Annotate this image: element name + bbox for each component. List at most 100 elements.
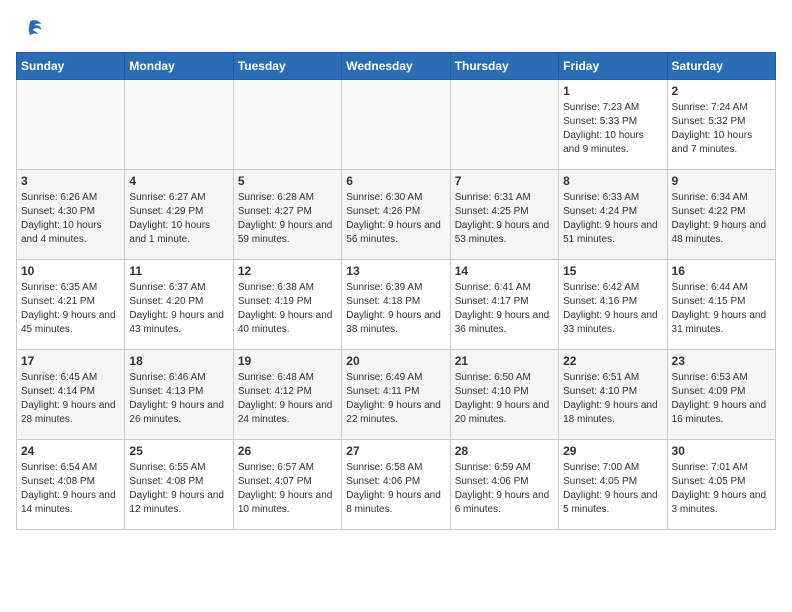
calendar-cell: 25 Sunrise: 6:55 AM Sunset: 4:08 PM Dayli…: [125, 440, 233, 530]
day-number: 9: [672, 174, 771, 188]
day-info: Sunrise: 6:39 AM Sunset: 4:18 PM Dayligh…: [346, 281, 445, 337]
calendar-cell: 8 Sunrise: 6:33 AM Sunset: 4:24 PM Daylig…: [559, 170, 667, 260]
day-info: Sunrise: 7:00 AM Sunset: 4:05 PM Dayligh…: [563, 461, 662, 517]
calendar-week-row: 1Sunrise: 7:23 AM Sunset: 5:33 PM Daylig…: [17, 80, 776, 170]
calendar-cell: 9 Sunrise: 6:34 AM Sunset: 4:22 PM Daylig…: [667, 170, 775, 260]
day-info: Sunrise: 6:53 AM Sunset: 4:09 PM Dayligh…: [672, 371, 771, 427]
calendar-cell: [233, 80, 341, 170]
day-number: 26: [238, 444, 337, 458]
day-number: 24: [21, 444, 120, 458]
day-info: Sunrise: 6:34 AM Sunset: 4:22 PM Dayligh…: [672, 191, 771, 247]
calendar-cell: 19 Sunrise: 6:48 AM Sunset: 4:12 PM Dayli…: [233, 350, 341, 440]
calendar-cell: 15 Sunrise: 6:42 AM Sunset: 4:16 PM Dayli…: [559, 260, 667, 350]
day-number: 3: [21, 174, 120, 188]
day-info: Sunrise: 6:54 AM Sunset: 4:08 PM Dayligh…: [21, 461, 120, 517]
calendar-cell: 11 Sunrise: 6:37 AM Sunset: 4:20 PM Dayli…: [125, 260, 233, 350]
day-info: Sunrise: 6:58 AM Sunset: 4:06 PM Dayligh…: [346, 461, 445, 517]
calendar-cell: 30 Sunrise: 7:01 AM Sunset: 4:05 PM Dayli…: [667, 440, 775, 530]
day-number: 4: [129, 174, 228, 188]
day-number: 2: [672, 84, 771, 98]
day-number: 25: [129, 444, 228, 458]
calendar-cell: [342, 80, 450, 170]
calendar-cell: 16 Sunrise: 6:44 AM Sunset: 4:15 PM Dayli…: [667, 260, 775, 350]
calendar-cell: 2 Sunrise: 7:24 AM Sunset: 5:32 PM Daylig…: [667, 80, 775, 170]
weekday-header-tuesday: Tuesday: [233, 53, 341, 80]
weekday-header-friday: Friday: [559, 53, 667, 80]
day-info: Sunrise: 6:59 AM Sunset: 4:06 PM Dayligh…: [455, 461, 554, 517]
calendar-cell: 21 Sunrise: 6:50 AM Sunset: 4:10 PM Dayli…: [450, 350, 558, 440]
day-number: 30: [672, 444, 771, 458]
day-info: Sunrise: 7:23 AM Sunset: 5:33 PM Dayligh…: [563, 101, 662, 157]
day-info: Sunrise: 6:33 AM Sunset: 4:24 PM Dayligh…: [563, 191, 662, 247]
day-info: Sunrise: 6:41 AM Sunset: 4:17 PM Dayligh…: [455, 281, 554, 337]
day-info: Sunrise: 6:42 AM Sunset: 4:16 PM Dayligh…: [563, 281, 662, 337]
day-info: Sunrise: 6:51 AM Sunset: 4:10 PM Dayligh…: [563, 371, 662, 427]
page-header: [16, 16, 776, 44]
day-number: 12: [238, 264, 337, 278]
calendar-cell: 20 Sunrise: 6:49 AM Sunset: 4:11 PM Dayli…: [342, 350, 450, 440]
calendar-cell: 27 Sunrise: 6:58 AM Sunset: 4:06 PM Dayli…: [342, 440, 450, 530]
weekday-header-monday: Monday: [125, 53, 233, 80]
day-number: 7: [455, 174, 554, 188]
calendar-cell: 26 Sunrise: 6:57 AM Sunset: 4:07 PM Dayli…: [233, 440, 341, 530]
day-number: 14: [455, 264, 554, 278]
day-number: 10: [21, 264, 120, 278]
day-number: 16: [672, 264, 771, 278]
calendar-cell: 3Sunrise: 6:26 AM Sunset: 4:30 PM Daylig…: [17, 170, 125, 260]
calendar-cell: 10 Sunrise: 6:35 AM Sunset: 4:21 PM Dayli…: [17, 260, 125, 350]
calendar-cell: 4 Sunrise: 6:27 AM Sunset: 4:29 PM Daylig…: [125, 170, 233, 260]
day-number: 8: [563, 174, 662, 188]
logo-bird-icon: [16, 16, 44, 44]
calendar-week-row: 3Sunrise: 6:26 AM Sunset: 4:30 PM Daylig…: [17, 170, 776, 260]
day-number: 19: [238, 354, 337, 368]
day-number: 23: [672, 354, 771, 368]
calendar-cell: 1Sunrise: 7:23 AM Sunset: 5:33 PM Daylig…: [559, 80, 667, 170]
day-number: 11: [129, 264, 228, 278]
day-info: Sunrise: 6:55 AM Sunset: 4:08 PM Dayligh…: [129, 461, 228, 517]
logo: [16, 16, 48, 44]
day-number: 27: [346, 444, 445, 458]
calendar-cell: 23 Sunrise: 6:53 AM Sunset: 4:09 PM Dayli…: [667, 350, 775, 440]
day-info: Sunrise: 6:38 AM Sunset: 4:19 PM Dayligh…: [238, 281, 337, 337]
day-info: Sunrise: 6:48 AM Sunset: 4:12 PM Dayligh…: [238, 371, 337, 427]
day-number: 21: [455, 354, 554, 368]
day-info: Sunrise: 6:44 AM Sunset: 4:15 PM Dayligh…: [672, 281, 771, 337]
calendar-cell: 17Sunrise: 6:45 AM Sunset: 4:14 PM Dayli…: [17, 350, 125, 440]
weekday-header-saturday: Saturday: [667, 53, 775, 80]
day-info: Sunrise: 6:50 AM Sunset: 4:10 PM Dayligh…: [455, 371, 554, 427]
calendar-cell: [450, 80, 558, 170]
weekday-header-row: SundayMondayTuesdayWednesdayThursdayFrid…: [17, 53, 776, 80]
day-number: 15: [563, 264, 662, 278]
day-info: Sunrise: 7:24 AM Sunset: 5:32 PM Dayligh…: [672, 101, 771, 157]
day-number: 18: [129, 354, 228, 368]
day-info: Sunrise: 7:01 AM Sunset: 4:05 PM Dayligh…: [672, 461, 771, 517]
day-info: Sunrise: 6:45 AM Sunset: 4:14 PM Dayligh…: [21, 371, 120, 427]
day-info: Sunrise: 6:31 AM Sunset: 4:25 PM Dayligh…: [455, 191, 554, 247]
weekday-header-thursday: Thursday: [450, 53, 558, 80]
day-info: Sunrise: 6:57 AM Sunset: 4:07 PM Dayligh…: [238, 461, 337, 517]
day-number: 22: [563, 354, 662, 368]
calendar-cell: 5Sunrise: 6:28 AM Sunset: 4:27 PM Daylig…: [233, 170, 341, 260]
day-info: Sunrise: 6:37 AM Sunset: 4:20 PM Dayligh…: [129, 281, 228, 337]
day-info: Sunrise: 6:35 AM Sunset: 4:21 PM Dayligh…: [21, 281, 120, 337]
day-info: Sunrise: 6:28 AM Sunset: 4:27 PM Dayligh…: [238, 191, 337, 247]
day-number: 6: [346, 174, 445, 188]
weekday-header-sunday: Sunday: [17, 53, 125, 80]
calendar-cell: 14 Sunrise: 6:41 AM Sunset: 4:17 PM Dayli…: [450, 260, 558, 350]
calendar-cell: 13 Sunrise: 6:39 AM Sunset: 4:18 PM Dayli…: [342, 260, 450, 350]
day-number: 13: [346, 264, 445, 278]
calendar-week-row: 10 Sunrise: 6:35 AM Sunset: 4:21 PM Dayli…: [17, 260, 776, 350]
day-number: 20: [346, 354, 445, 368]
calendar-cell: 28 Sunrise: 6:59 AM Sunset: 4:06 PM Dayli…: [450, 440, 558, 530]
day-info: Sunrise: 6:46 AM Sunset: 4:13 PM Dayligh…: [129, 371, 228, 427]
day-info: Sunrise: 6:27 AM Sunset: 4:29 PM Dayligh…: [129, 191, 228, 247]
calendar-cell: 7 Sunrise: 6:31 AM Sunset: 4:25 PM Daylig…: [450, 170, 558, 260]
day-info: Sunrise: 6:49 AM Sunset: 4:11 PM Dayligh…: [346, 371, 445, 427]
weekday-header-wednesday: Wednesday: [342, 53, 450, 80]
calendar-table: SundayMondayTuesdayWednesdayThursdayFrid…: [16, 52, 776, 530]
day-number: 28: [455, 444, 554, 458]
calendar-cell: 29Sunrise: 7:00 AM Sunset: 4:05 PM Dayli…: [559, 440, 667, 530]
calendar-cell: 6Sunrise: 6:30 AM Sunset: 4:26 PM Daylig…: [342, 170, 450, 260]
calendar-week-row: 17Sunrise: 6:45 AM Sunset: 4:14 PM Dayli…: [17, 350, 776, 440]
calendar-cell: 22 Sunrise: 6:51 AM Sunset: 4:10 PM Dayli…: [559, 350, 667, 440]
